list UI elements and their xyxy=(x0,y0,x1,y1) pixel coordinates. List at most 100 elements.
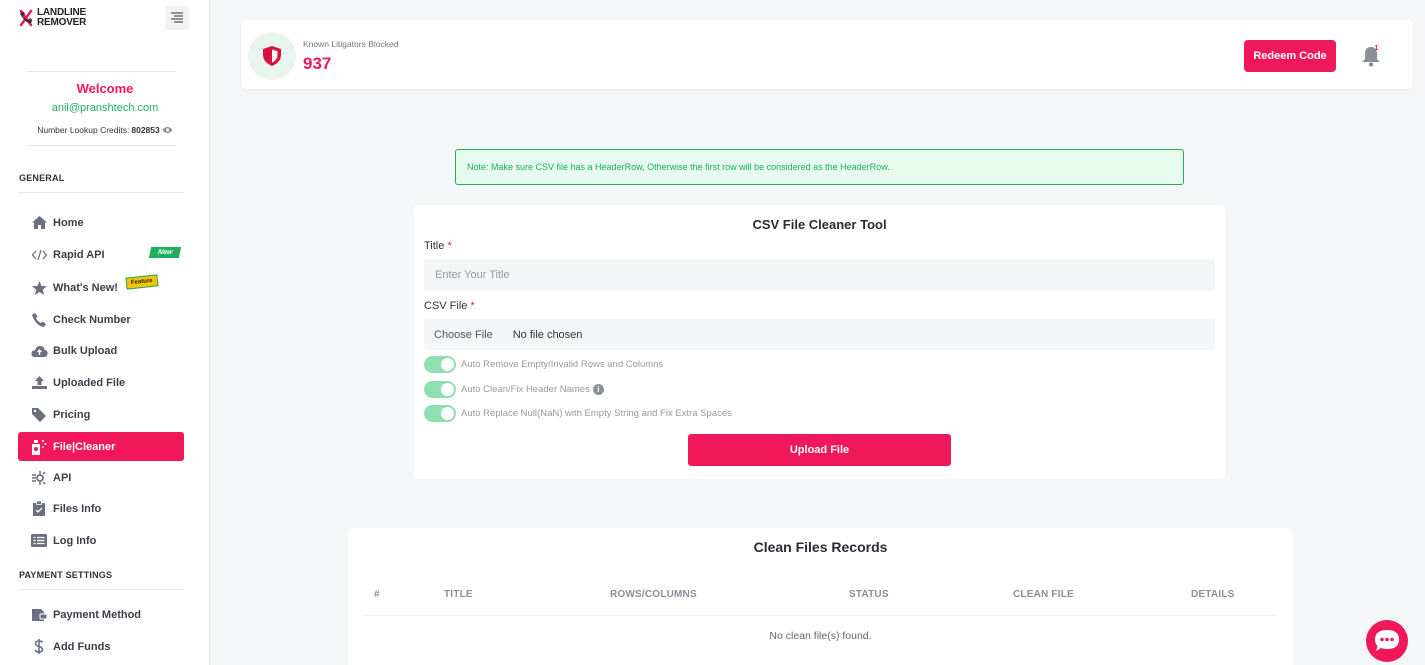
redeem-code-button[interactable]: Redeem Code xyxy=(1244,40,1336,72)
credits-line: Number Lookup Credits: 802853 xyxy=(0,125,210,135)
sidebar-item-check-number[interactable]: Check Number xyxy=(18,305,184,334)
user-email: anil@pranshtech.com xyxy=(51,102,159,114)
toggle-row-fix-headers: Auto Clean/Fix Header Names i xyxy=(424,381,604,398)
sidebar-item-label: Log Info xyxy=(53,534,97,547)
litigators-label: Known Litigators Blocked xyxy=(303,39,399,49)
sidebar: LANDLINE REMOVER Welcome anil@pranshtech… xyxy=(0,0,210,665)
sidebar-item-log-info[interactable]: Log Info xyxy=(18,526,184,555)
fix-headers-toggle[interactable] xyxy=(424,381,456,398)
sidebar-item-label: Pricing xyxy=(53,408,91,421)
sidebar-item-bulk-upload[interactable]: Bulk Upload xyxy=(18,336,184,365)
records-title: Clean Files Records xyxy=(753,539,888,555)
list-icon xyxy=(30,533,48,549)
toggle-row-replace-null: Auto Replace Null(NaN) with Empty String… xyxy=(424,405,732,422)
column-header-status: STATUS xyxy=(849,589,889,600)
card-icon xyxy=(30,607,48,623)
title-field-label: Title * xyxy=(424,240,452,252)
info-icon[interactable]: i xyxy=(592,384,604,395)
notification-count: 1 xyxy=(1375,45,1379,52)
dollar-icon xyxy=(30,639,48,655)
sidebar-item-files-info[interactable]: Files Info xyxy=(18,494,184,523)
divider xyxy=(18,192,184,193)
toggle-label: Auto Replace Null(NaN) with Empty String… xyxy=(461,408,732,419)
sidebar-item-payment-method[interactable]: Payment Method xyxy=(18,600,184,629)
sidebar-item-label: API xyxy=(53,471,72,484)
shield-badge xyxy=(248,32,296,80)
sidebar-item-home[interactable]: Home xyxy=(18,208,184,237)
sidebar-item-whats-new[interactable]: What's New! Feature xyxy=(18,273,184,302)
sidebar-item-label: Bulk Upload xyxy=(53,344,118,357)
sidebar-item-uploaded-file[interactable]: Uploaded File xyxy=(18,368,184,397)
eye-icon[interactable] xyxy=(162,126,173,134)
sidebar-item-label: Files Info xyxy=(53,502,102,515)
required-mark: * xyxy=(447,240,452,252)
toggle-label: Auto Clean/Fix Header Names xyxy=(461,384,590,395)
menu-toggle-button[interactable] xyxy=(165,6,189,30)
divider xyxy=(18,589,184,590)
chat-icon xyxy=(1375,630,1399,651)
section-payment: PAYMENT SETTINGS xyxy=(19,570,113,580)
empty-table-message: No clean file(s) found. xyxy=(769,630,872,642)
welcome-title: Welcome xyxy=(76,81,134,96)
file-status: No file chosen xyxy=(512,328,583,341)
column-header-rows-columns: ROWS/COLUMNS xyxy=(610,589,697,600)
column-header-title: TITLE xyxy=(444,589,473,600)
sidebar-item-label: What's New! xyxy=(53,281,118,294)
upload-icon xyxy=(30,375,48,391)
stats-header: Known Litigators Blocked 937 Redeem Code… xyxy=(241,20,1413,89)
sidebar-item-api[interactable]: API xyxy=(18,463,184,492)
new-badge: New xyxy=(148,247,182,258)
home-icon xyxy=(30,215,48,231)
section-general: GENERAL xyxy=(19,173,65,183)
hamburger-icon xyxy=(171,12,183,23)
sidebar-item-label: Check Number xyxy=(53,313,131,326)
upload-file-button[interactable]: Upload File xyxy=(688,434,951,466)
bell-icon: 1 xyxy=(1362,45,1380,67)
api-icon xyxy=(30,470,48,486)
sidebar-item-label: Add Funds xyxy=(53,640,111,653)
toggle-row-remove-empty: Auto Remove Empty/Invalid Rows and Colum… xyxy=(424,356,663,373)
title-input[interactable] xyxy=(424,259,1215,291)
litigators-count: 937 xyxy=(303,54,332,73)
sidebar-item-label: Home xyxy=(53,216,84,229)
column-header-details: DETAILS xyxy=(1191,589,1235,600)
remove-empty-toggle[interactable] xyxy=(424,356,456,373)
sidebar-item-pricing[interactable]: Pricing xyxy=(18,400,184,429)
cloud-upload-icon xyxy=(30,343,48,359)
column-header-clean-file: CLEAN FILE xyxy=(1013,589,1074,600)
csv-cleaner-form: CSV File Cleaner Tool Title * CSV File *… xyxy=(414,205,1225,479)
code-icon xyxy=(30,247,48,263)
sidebar-item-add-funds[interactable]: Add Funds xyxy=(18,632,184,661)
credits-label: Number Lookup Credits: xyxy=(37,125,130,135)
sidebar-item-label: Uploaded File xyxy=(53,376,126,389)
file-cleaner-icon xyxy=(30,439,48,455)
phone-icon xyxy=(30,312,48,328)
toggle-label: Auto Remove Empty/Invalid Rows and Colum… xyxy=(461,359,664,370)
clean-files-records: Clean Files Records # TITLE ROWS/COLUMNS… xyxy=(348,528,1293,665)
divider xyxy=(27,145,176,146)
choose-file-button[interactable]: Choose File xyxy=(434,329,493,341)
column-header-index: # xyxy=(374,589,380,600)
table-header-divider xyxy=(363,615,1276,616)
tag-icon xyxy=(30,407,48,423)
shield-icon xyxy=(263,46,281,66)
form-title: CSV File Cleaner Tool xyxy=(752,217,887,232)
csv-file-input[interactable]: Choose File No file chosen xyxy=(424,319,1215,350)
csv-header-note: Note: Make sure CSV file has a HeaderRow… xyxy=(455,149,1184,185)
brand-logo[interactable]: LANDLINE REMOVER xyxy=(18,8,86,28)
sidebar-item-rapid-api[interactable]: Rapid API New xyxy=(18,240,184,269)
logo-mark-icon xyxy=(19,9,33,27)
star-icon xyxy=(30,280,48,296)
sidebar-item-label: Payment Method xyxy=(53,608,142,621)
clipboard-icon xyxy=(30,501,48,517)
chat-button[interactable] xyxy=(1366,620,1408,662)
replace-null-toggle[interactable] xyxy=(424,405,456,422)
sidebar-item-file-cleaner[interactable]: File|Cleaner xyxy=(18,432,184,461)
feature-badge: Feature xyxy=(125,274,159,290)
brand-line2: REMOVER xyxy=(37,17,87,28)
divider xyxy=(27,71,176,72)
notifications-button[interactable]: 1 xyxy=(1360,44,1382,68)
csv-field-label: CSV File * xyxy=(424,300,475,312)
required-mark: * xyxy=(470,300,475,312)
credits-value: 802853 xyxy=(131,125,160,135)
